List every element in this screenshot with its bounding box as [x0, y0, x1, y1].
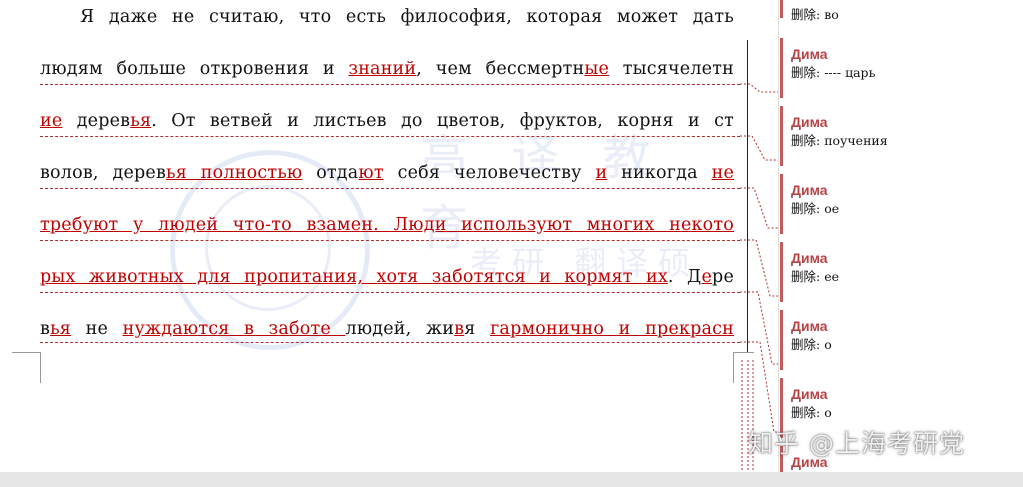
comment-author: Дима: [791, 182, 828, 198]
comment-label: 删除:: [791, 405, 821, 420]
comment-balloon[interactable]: Дима 删除: ое: [780, 174, 1010, 234]
comment-balloon[interactable]: 删除: во: [780, 0, 1010, 22]
comment-label: 删除:: [791, 7, 821, 22]
comment-text: ее: [824, 269, 839, 284]
comment-body: 删除: о: [791, 404, 1010, 422]
comment-text: во: [824, 7, 839, 22]
connector-line: [740, 341, 782, 433]
comment-body: 删除: во: [791, 6, 1010, 24]
comment-author: Дима: [791, 386, 828, 402]
comment-author: Дима: [791, 318, 828, 334]
comment-text: поучения: [824, 133, 888, 148]
comment-label: 删除:: [791, 65, 821, 80]
comment-body: 删除: поучения: [791, 132, 1010, 150]
comment-balloon[interactable]: Дима 删除: ---- царь: [780, 38, 1010, 98]
comment-author: Дима: [791, 114, 828, 130]
platform-watermark: 知乎 @上海考研党: [748, 429, 965, 458]
connector-line: [740, 187, 782, 229]
comment-body: 删除: ое: [791, 200, 1010, 218]
connector-line: [740, 83, 782, 93]
comment-text: ---- царь: [824, 65, 876, 80]
connector-line: [740, 239, 782, 297]
comment-author: Дима: [791, 250, 828, 266]
comment-body: 删除: ее: [791, 268, 1010, 286]
comment-text: о: [824, 337, 832, 352]
comment-body: 删除: о: [791, 336, 1010, 354]
comment-balloon[interactable]: Дима 删除: ее: [780, 242, 1010, 302]
comment-text: ое: [824, 201, 840, 216]
comment-author: Дима: [791, 46, 828, 62]
comment-text: о: [824, 405, 832, 420]
comment-label: 删除:: [791, 201, 821, 216]
connector-line: [740, 135, 782, 161]
comment-balloon[interactable]: Дима 删除: о: [780, 310, 1010, 370]
connector-line: [740, 291, 782, 365]
comment-label: 删除:: [791, 269, 821, 284]
comment-label: 删除:: [791, 337, 821, 352]
comment-balloon[interactable]: Дима 删除: поучения: [780, 106, 1010, 166]
comment-label: 删除:: [791, 133, 821, 148]
comment-body: 删除: ---- царь: [791, 64, 1010, 82]
horizontal-scrollbar[interactable]: [0, 472, 1023, 487]
